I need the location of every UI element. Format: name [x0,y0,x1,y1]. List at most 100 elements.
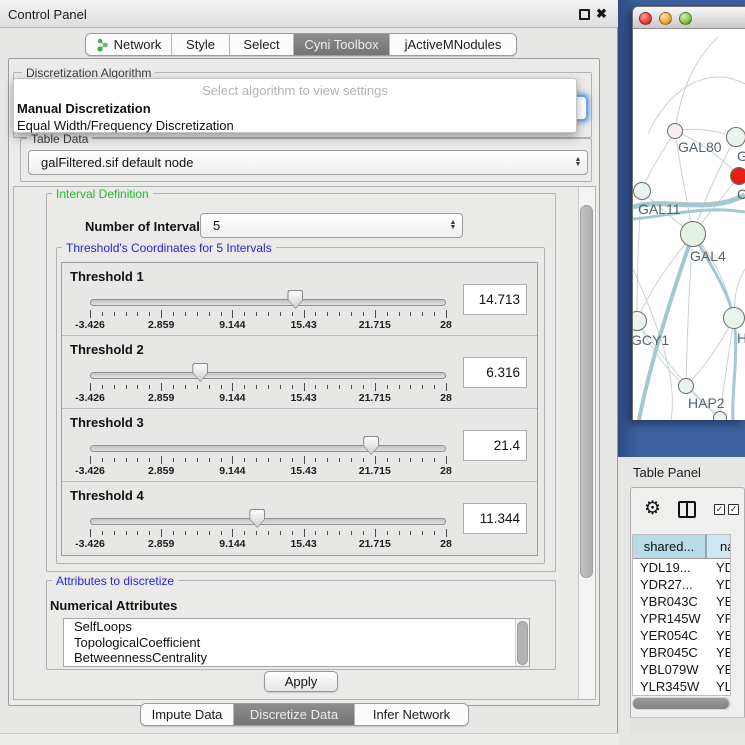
slider-track[interactable] [90,445,446,452]
table-row[interactable]: YIL052CYIL05 [633,695,730,696]
network-node-gal80[interactable] [667,123,683,139]
shared-name-cell: YER054C [633,627,707,644]
table-hscrollbar-thumb[interactable] [633,698,729,709]
shared-name-cell: YDR27... [633,576,707,593]
slider-tick [126,312,127,316]
slider-tick [422,312,423,316]
tab-label: jActiveMNodules [405,37,502,52]
column-header-shared-name[interactable]: shared... [633,535,707,558]
settings-scrollbar-thumb[interactable] [580,205,593,578]
slider-tick-label: 21.715 [353,319,397,331]
table-row[interactable]: YDR27...YDR27 [633,576,730,593]
network-node-h[interactable] [723,307,745,329]
table-hscrollbar-track[interactable] [632,697,731,710]
column-layout-icon[interactable] [678,501,696,518]
shared-name-cell: YBR043C [633,593,707,610]
slider-tick [410,385,411,389]
table-row[interactable]: YER054CYER05 [633,627,730,644]
network-node[interactable] [713,411,727,420]
apply-button[interactable]: Apply [264,671,338,692]
slider-tick [410,531,411,535]
slider-tick [399,312,400,316]
tab-style[interactable]: Style [172,34,230,55]
table-row[interactable]: YBL079WYBL07 [633,661,730,678]
slider-tick [327,385,328,389]
slider-tick [351,458,352,462]
slider-tick [197,312,198,316]
slider-tick-label: 9.144 [210,319,254,331]
slider-tick [327,312,328,316]
slider-tick [185,385,186,389]
node-table[interactable]: shared... na YDL19...YDL19YDR27...YDR27Y… [632,534,731,696]
network-node-ga[interactable] [726,127,745,147]
tab-infer-network[interactable]: Infer Network [355,704,468,725]
table-data-combo[interactable]: galFiltered.sif default node ▲▼ [28,150,588,175]
table-row[interactable]: YDL19...YDL19 [633,559,730,576]
slider-tick [244,458,245,462]
table-row[interactable]: YLR345WYLR34 [633,678,730,695]
slider-tick [339,385,340,389]
network-node-gal11[interactable] [633,182,651,200]
network-icon [96,38,109,52]
slider-track[interactable] [90,518,446,525]
tab-impute-data[interactable]: Impute Data [141,704,234,725]
popup-option-equal-width[interactable]: Equal Width/Frequency Discretization [14,117,576,134]
shared-name-cell: YLR345W [633,678,707,695]
tab-discretize-data[interactable]: Discretize Data [234,704,355,725]
slider-tick-label: 15.43 [282,392,326,404]
checkbox-icon[interactable]: ✓ [728,504,739,515]
slider-tick [149,531,150,535]
slider-tick [327,531,328,535]
top-tab-bar: NetworkStyleSelectCyni Toolbox jActiveMNo… [85,33,517,56]
slider-tick [209,531,210,535]
slider-tick [327,458,328,462]
slider-tick [90,383,91,391]
threshold-label: Threshold 4 [70,488,144,503]
table-row[interactable]: YBR043CYBR04 [633,593,730,610]
table-data-group-title: Table Data [27,132,92,146]
attr-list-scrollbar-thumb[interactable] [517,621,528,665]
tab-select[interactable]: Select [230,34,294,55]
attribute-list-item[interactable]: BetweennessCentrality [64,650,529,666]
popup-option-manual[interactable]: Manual Discretization [14,100,576,117]
numerical-attributes-list[interactable]: SelfLoopsTopologicalCoefficientBetweenne… [63,618,530,667]
attr-list-scrollbar-track[interactable] [515,619,529,666]
attribute-list-item[interactable]: TopologicalCoefficient [64,635,529,651]
column-header-name[interactable]: na [707,535,730,558]
slider-thumb[interactable] [249,509,265,528]
slider-tick [351,531,352,535]
slider-tick [114,531,115,535]
network-node-c[interactable] [730,167,745,185]
minimize-traffic-light-icon[interactable] [659,12,672,25]
table-row[interactable]: YPR145WYPR14 [633,610,730,627]
network-canvas[interactable]: GAL80GACGAL11GAL4GCY1HHAP2 [633,29,745,420]
table-row[interactable]: YBR045CYBR04 [633,644,730,661]
num-intervals-combo[interactable]: 5 ▲▼ [200,213,463,238]
tab-network[interactable]: Network [86,34,172,55]
float-window-icon[interactable] [579,9,590,20]
slider-track[interactable] [90,372,446,379]
threshold-value-field[interactable]: 6.316 [463,357,527,388]
checkbox-icon[interactable]: ✓ [714,504,725,515]
slider-tick [149,458,150,462]
close-traffic-light-icon[interactable] [639,12,652,25]
slider-tick [232,529,233,537]
threshold-value-field[interactable]: 21.4 [463,430,527,461]
threshold-value-field[interactable]: 11.344 [463,503,527,534]
slider-tick-label: 21.715 [353,465,397,477]
gear-icon[interactable]: ⚙ [644,497,661,520]
slider-thumb[interactable] [192,363,208,382]
zoom-traffic-light-icon[interactable] [679,12,692,25]
network-node-hap2[interactable] [678,378,694,394]
threshold-value-field[interactable]: 14.713 [463,284,527,315]
numerical-attributes-label: Numerical Attributes [50,598,177,613]
attribute-list-item[interactable]: SelfLoops [64,619,529,635]
tab-jactivemnodules[interactable]: jActiveMNodules [390,34,516,55]
slider-thumb[interactable] [287,290,303,309]
tab-cyni-toolbox[interactable]: Cyni Toolbox [294,34,390,55]
slider-thumb[interactable] [363,436,379,455]
slider-track[interactable] [90,299,446,306]
network-node-gal4[interactable] [680,221,706,247]
table-header-row: shared... na [633,535,730,559]
close-icon[interactable]: ✖ [596,6,607,22]
